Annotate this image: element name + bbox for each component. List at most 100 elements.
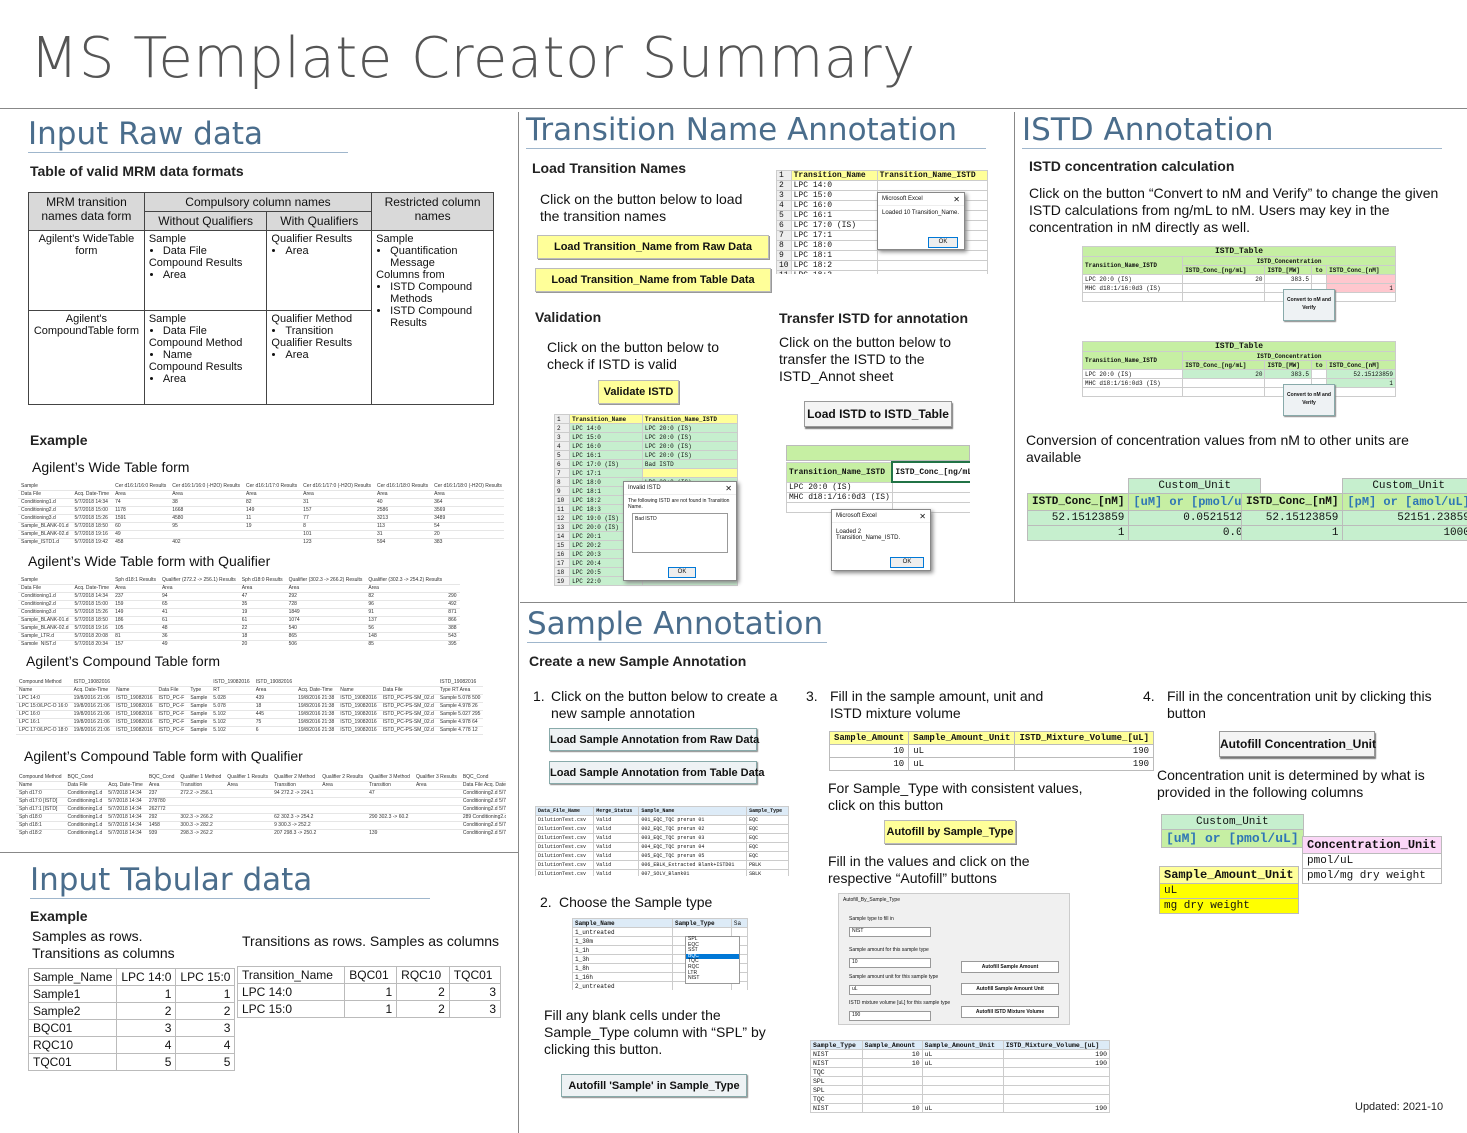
sample-heading: Sample Annotation (527, 606, 824, 642)
autofill-amount-unit-button[interactable]: Autofill Sample Amount Unit (961, 983, 1059, 995)
table-row: TQC01 5 5 (27, 1053, 236, 1071)
loaded-transition-dialog: Microsoft Excel ✕ Loaded 10 Transition_N… (877, 192, 965, 250)
custom-unit-pm-table: Custom_Unit ISTD_Conc_[nM] [pM] or [amol/… (1240, 478, 1467, 541)
table-row: Sample_NIST.d 5/7/2018 20:34 157 49 20 506 85 3… (18, 640, 460, 645)
sample-amount-unit-table: Sample_Amount_Unit uL mg dry weight (1159, 866, 1299, 914)
custom-unit-um-table: Custom_Unit ISTD_Conc_[nM] [uM] or [pmol/… (1026, 478, 1261, 541)
convert-nm-button-2[interactable]: Convert to nM and Verify (1283, 384, 1335, 416)
close-icon[interactable]: ✕ (725, 484, 732, 493)
title-divider (0, 108, 1467, 109)
sheet-row: 3 LPC 15:0 LPC 20:0 (IS) (554, 432, 738, 442)
table-row: Sample Sph d18:1 Results Qualifier (272.2 … (18, 577, 460, 585)
load-transition-table-button[interactable]: Load Transition_Name from Table Data (535, 268, 771, 292)
sheet-row: 6 LPC 17:0 (IS) Bad ISTD (554, 459, 738, 469)
load-transition-text: Click on the button below to load the tr… (540, 191, 743, 224)
close-icon[interactable]: ✕ (919, 512, 926, 521)
istd-table-after: ISTD_Table Transition_Name_ISTD ISTD_Conc… (1082, 341, 1396, 419)
sample-type-dropdown[interactable]: SPL EQC SST BQC TQC RQC LTR NIST (685, 936, 740, 984)
col-with: With Qualifiers (266, 211, 373, 231)
compound-with: Qualifier Method Transition Qualifier Re… (266, 310, 373, 405)
tabular-note2: Transitions as rows. Samples as columns (242, 933, 500, 949)
example-compoundq-table: Compound Method BQC_Cond BQC_Cond Qualifier… (16, 774, 506, 836)
table-row: Data File Acq. Date-Time Area Area Area Area A… (18, 490, 504, 499)
wide-with: Qualifier Results Area (266, 230, 373, 311)
table-row: 10 uL 190 (828, 757, 1155, 771)
istd-heading: ISTD Annotation (1022, 112, 1274, 148)
divider-left (518, 112, 519, 1133)
table-row: LPC 15:0 1 2 3 (236, 1000, 502, 1018)
autofill-concentration-button[interactable]: Autofill Concentration_Unit (1219, 731, 1376, 757)
tabular-example-label: Example (30, 908, 88, 924)
table-row: RQC10 4 4 (27, 1036, 236, 1054)
table-row: LPC 16:0 19/8/2016 21:06 ISTD_19082016 ISTD… (16, 710, 484, 719)
table-row: Conditioning3.d 5/7/2018 15:26 149 41 19 1849… (18, 608, 460, 617)
table-row: Sph d17:0 [ISTD] Conditioning1.d 5/7/2018 … (16, 797, 506, 806)
invalid-istd-dialog: Invalid ISTD ✕ The following ISTD are no… (623, 481, 737, 581)
autofill-spl-button[interactable]: Autofill 'Sample' in Sample_Type (561, 1074, 747, 1097)
form-compound: Agilent's CompoundTable form (28, 310, 145, 405)
example-wideq-table: Sample Sph d18:1 Results Qualifier (272.2 … (18, 577, 504, 645)
col-restricted: Restricted column names (371, 192, 494, 231)
result-sheet: Sample_Type Sample_Amount Sample_Amount_Un… (810, 1040, 1110, 1118)
validate-istd-button[interactable]: Validate ISTD (598, 380, 679, 404)
input-raw-heading: Input Raw data (28, 116, 264, 152)
loaded-istd-dialog: Microsoft Excel ✕ Loaded 2 Transition_Na… (831, 509, 931, 571)
conversion-text: Conversion of concentration values from … (1026, 432, 1409, 465)
table-row: Sph d18:1 Conditioning1.d 5/7/2018 14:34 14… (16, 821, 506, 830)
amount-table: Sample_Amount Sample_Amount_Unit ISTD_Mixt… (828, 731, 1155, 771)
table-row: 10 uL 190 (828, 744, 1155, 758)
sample-amount-input[interactable]: 10 (849, 958, 931, 968)
sheet-row: 20LPC 22:1 (554, 585, 738, 586)
sheet-row: 9 LPC 18:1 (776, 250, 988, 261)
sheet-row: 11LPC 18:3 (776, 270, 988, 274)
step4-text: Fill in the concentration unit by clicki… (1167, 688, 1432, 721)
sample-amount-unit-select[interactable]: uL (849, 985, 931, 995)
dialog-ok-button[interactable]: OK (890, 557, 924, 568)
autofill-form: Autofill_By_Sample_Type Sample type to f… (838, 893, 1070, 1025)
table-row: Sph d18:2 Conditioning1.d 5/7/2018 14:34 93… (16, 829, 506, 836)
load-sample-table-button[interactable]: Load Sample Annotation from Table Data (549, 761, 765, 784)
divider-sample (520, 602, 1467, 603)
wide-without: Sample Data File Compound Results Area (143, 230, 268, 311)
sheet-row: DilutionTest.csv Valid 007_SOLV_Blank01 SBL… (535, 869, 789, 876)
table-row: Conditioning3.d 5/7/2018 15:26 1591 4580 11 7… (18, 514, 504, 523)
autofill-amount-button[interactable]: Autofill Sample Amount (961, 961, 1059, 973)
sheet-row: NIST 10 uL 190 (810, 1103, 1110, 1113)
underline (28, 152, 348, 153)
example-wide-table: Sample Cer d16:1/16:0 Results Cer d16:1/16… (18, 483, 504, 545)
transitions-rows-table: Transition_Name BQC01 RQC10 TQC01 LPC 14:0 1… (236, 966, 502, 1018)
load-transition-raw-button[interactable]: Load Transition_Name from Raw Data (537, 235, 769, 259)
table-row: Sample_BLANK-02.d 5/7/2018 19:16 105 48 22 54… (18, 624, 460, 633)
table-row: Sph d17:1 [ISTD] Conditioning1.d 5/7/2018 … (16, 805, 506, 814)
convert-nm-button[interactable]: Convert to nM and Verify (1283, 289, 1335, 321)
col-form: MRM transition names data form (28, 192, 145, 231)
sample-type-select[interactable]: NIST (849, 927, 931, 937)
samples-rows-table: Sample_Name LPC 14:0 LPC 15:0 Sample1 1 1 Sam… (27, 968, 236, 1071)
tabular-note1: Samples as rows. Transitions as columns (32, 928, 175, 961)
autofill-by-type-button[interactable]: Autofill by Sample_Type (884, 820, 1016, 844)
formats-table-title: Table of valid MRM data formats (30, 163, 244, 179)
sheet-row: SPL (810, 1076, 1110, 1086)
table-row: Name Data File Acq. Date-Time Area Transitio… (16, 781, 506, 790)
create-sample-title: Create a new Sample Annotation (529, 653, 747, 669)
load-sample-raw-button[interactable]: Load Sample Annotation from Raw Data (549, 728, 759, 751)
sheet-row: 7 LPC 17:1 (554, 468, 738, 478)
table-row: BQC01 3 3 (27, 1019, 236, 1037)
sheet-row: TQC (810, 1094, 1110, 1104)
table-row: Sample_BLANK-02.d 5/7/2018 19:16 49 101 31 20 (18, 530, 504, 539)
istd-volume-input[interactable]: 190 (849, 1011, 931, 1021)
step2-text: Choose the Sample type (559, 894, 713, 910)
table-row: Sph d17:0 Conditioning1.d 5/7/2018 14:34 23… (16, 789, 506, 798)
dropdown-option[interactable]: NIST (686, 976, 739, 982)
dialog-ok-button[interactable]: OK (668, 567, 696, 578)
dialog-ok-button[interactable]: OK (928, 237, 958, 248)
load-istd-table-button[interactable]: Load ISTD to ISTD_Table (804, 401, 952, 427)
autofill-istd-volume-button[interactable]: Autofill ISTD Mixture Volume (961, 1006, 1059, 1018)
close-icon[interactable]: ✕ (953, 195, 960, 204)
sheet-row: NIST 10 uL 190 (810, 1049, 1110, 1059)
table-row: LPC 17:0/LPC-O 18:0 19/8/2016 21:06 ISTD_1… (16, 726, 484, 735)
validation-title: Validation (535, 309, 602, 325)
istd-calc-text: Click on the button “Convert to nM and V… (1029, 185, 1439, 235)
divider-tabular (0, 852, 518, 853)
table-row: Conditioning1.d 5/7/2018 14:34 237 94 47 292 8… (18, 592, 460, 601)
